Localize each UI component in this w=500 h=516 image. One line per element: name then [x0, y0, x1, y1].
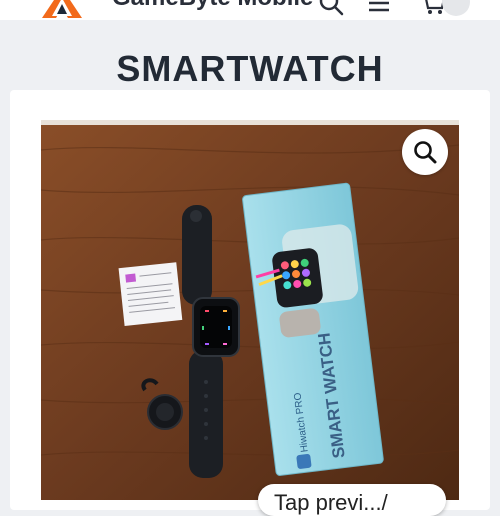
- manual-card-icon: [118, 262, 183, 326]
- site-header: GameByte Mobile: [0, 0, 500, 20]
- title-band: SMARTWATCH: [0, 20, 500, 90]
- product-photo-illustration: Hiwatch PRO SMART WATCH: [41, 120, 459, 500]
- zoom-button[interactable]: [402, 129, 448, 175]
- user-icon[interactable]: [442, 0, 470, 16]
- magnifier-icon: [414, 141, 437, 164]
- menu-icon[interactable]: [366, 0, 392, 16]
- gallery-nav-pill[interactable]: Tap previ.../: [258, 484, 446, 516]
- product-image[interactable]: Hiwatch PRO SMART WATCH: [41, 120, 459, 500]
- search-icon[interactable]: [318, 0, 344, 16]
- brand-name[interactable]: GameByte Mobile: [112, 0, 313, 12]
- page-title: SMARTWATCH: [116, 48, 384, 89]
- logo-icon[interactable]: [38, 0, 86, 20]
